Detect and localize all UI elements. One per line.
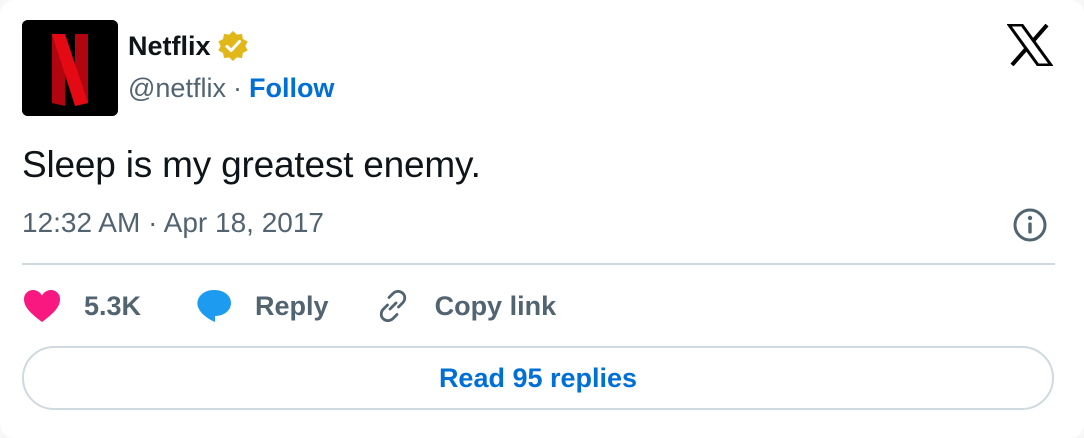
copy-link-button[interactable]: Copy link xyxy=(375,288,557,324)
read-replies-label: Read 95 replies xyxy=(438,362,638,393)
like-count: 5.3K xyxy=(84,290,142,321)
x-logo-icon[interactable] xyxy=(1007,24,1053,66)
action-bar: 5.3K Reply Copy link xyxy=(22,284,556,328)
author-name-row: Netflix xyxy=(128,30,249,62)
tweet-timestamp[interactable]: 12:32 AM · Apr 18, 2017 xyxy=(22,207,324,239)
copy-link-label: Copy link xyxy=(434,290,557,321)
divider xyxy=(22,263,1055,265)
reply-button[interactable]: Reply xyxy=(195,288,329,324)
verified-badge-icon xyxy=(217,31,248,61)
speech-bubble-icon xyxy=(197,290,232,322)
netflix-logo-icon xyxy=(22,20,118,116)
tweet-embed-card: Netflix @netflix · Follow Sleep is my gr… xyxy=(0,0,1084,438)
author-handle[interactable]: @netflix xyxy=(128,73,226,104)
author-name[interactable]: Netflix xyxy=(128,31,211,62)
info-icon[interactable] xyxy=(1012,207,1048,243)
link-icon xyxy=(379,289,406,323)
read-replies-button[interactable]: Read 95 replies xyxy=(22,346,1054,410)
follow-link[interactable]: Follow xyxy=(249,73,334,104)
netflix-avatar[interactable] xyxy=(22,20,118,116)
author-handle-row: @netflix · Follow xyxy=(128,73,334,104)
like-button[interactable]: 5.3K xyxy=(22,288,141,324)
reply-label: Reply xyxy=(255,290,329,321)
handle-separator: · xyxy=(232,73,242,103)
heart-icon xyxy=(24,290,60,322)
tweet-text: Sleep is my greatest enemy. xyxy=(22,144,481,185)
